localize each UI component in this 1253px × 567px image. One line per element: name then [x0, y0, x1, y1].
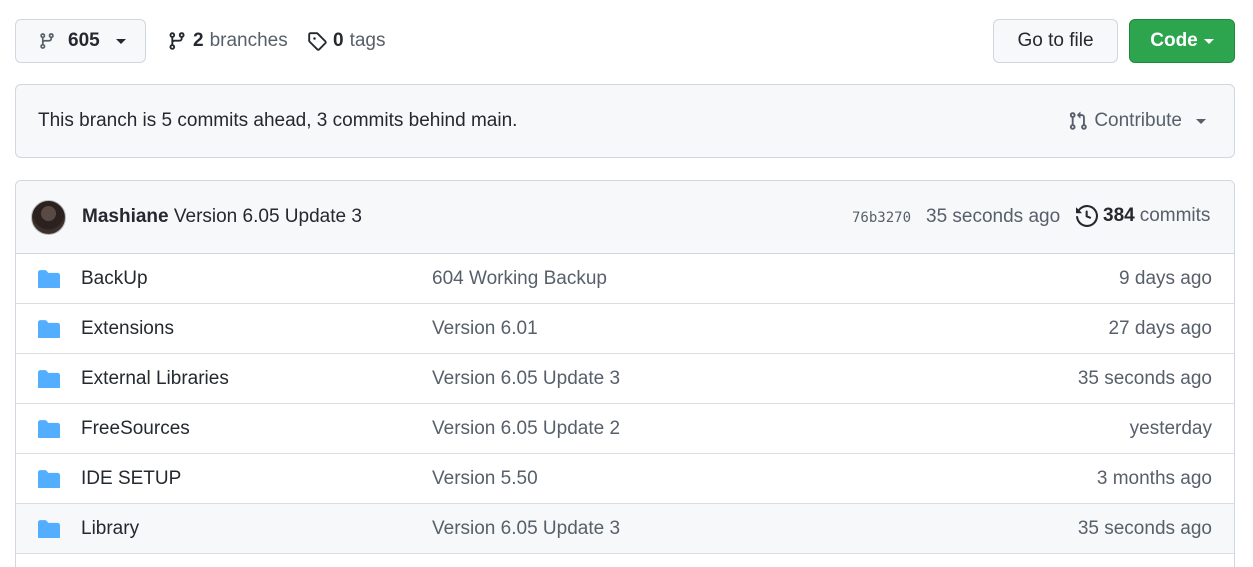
file-commit-message-link[interactable]: Version 5.50 — [432, 468, 538, 490]
file-commit-age: 27 days ago — [1108, 318, 1212, 339]
tags-count: 0 — [333, 30, 344, 51]
folder-icon — [38, 520, 60, 540]
avatar[interactable] — [31, 200, 66, 235]
file-commit-age: 3 months ago — [1096, 468, 1212, 489]
table-row[interactable]: Library Version 6.05 Update 3 35 seconds a… — [16, 504, 1234, 554]
commits-count: 384 — [1103, 205, 1135, 226]
file-commit-message-link[interactable]: Version 6.05 Update 2 — [432, 418, 620, 440]
folder-icon — [38, 420, 60, 440]
commit-time: 35 seconds ago — [926, 206, 1061, 227]
branches-label: branches — [209, 30, 288, 51]
latest-commit-message[interactable]: Mashiane Version 6.05 Update 3 — [82, 206, 362, 228]
commit-author[interactable]: Mashiane — [82, 206, 169, 227]
file-name-link[interactable]: BackUp — [81, 268, 148, 290]
file-commit-age: 35 seconds ago — [1077, 368, 1212, 389]
file-name-link[interactable]: External Libraries — [81, 368, 229, 390]
file-commit-age: 9 days ago — [1119, 268, 1212, 289]
commit-sha[interactable]: 76b3270 — [852, 210, 911, 226]
tags-label: tags — [349, 30, 386, 51]
folder-icon — [38, 320, 60, 340]
branch-name: 605 — [68, 30, 100, 51]
branches-count: 2 — [193, 30, 204, 51]
table-row[interactable]: BackUp 604 Working Backup 9 days ago — [16, 254, 1234, 304]
file-name-link[interactable]: Library — [81, 518, 139, 540]
folder-icon — [38, 370, 60, 390]
file-browser: Mashiane Version 6.05 Update 3 76b3270 3… — [15, 180, 1235, 567]
file-name-link[interactable]: IDE SETUP — [81, 468, 181, 490]
file-commit-message-link[interactable]: 604 Working Backup — [432, 268, 607, 290]
commit-message[interactable]: Version 6.05 Update 3 — [174, 206, 362, 227]
file-commit-message-link[interactable]: Version 6.01 — [432, 318, 538, 340]
git-branch-icon — [40, 33, 54, 49]
history-icon — [1076, 205, 1098, 227]
commits-history-link[interactable]: 384 commits — [1076, 205, 1210, 227]
file-commit-message-link[interactable]: Version 6.05 Update 3 — [432, 518, 620, 540]
commits-label: commits — [1139, 205, 1211, 226]
contribute-dropdown[interactable]: Contribute — [1068, 110, 1206, 132]
code-button[interactable]: Code — [1129, 19, 1235, 63]
contribute-label: Contribute — [1094, 110, 1182, 131]
go-to-file-button[interactable]: Go to file — [993, 19, 1118, 63]
branch-status-box: This branch is 5 commits ahead, 3 commit… — [15, 84, 1235, 158]
file-name-link[interactable]: FreeSources — [81, 418, 190, 440]
folder-icon — [38, 270, 60, 290]
tags-link[interactable]: 0 tags — [307, 28, 386, 54]
table-row[interactable]: FreeSources Version 6.05 Update 2 yesterda… — [16, 404, 1234, 454]
pull-request-icon — [1070, 111, 1088, 130]
file-name-link[interactable]: Extensions — [81, 318, 174, 340]
chevron-down-icon — [1196, 118, 1206, 124]
table-row[interactable]: External Libraries Version 6.05 Update 3 3… — [16, 354, 1234, 404]
table-row[interactable]: Extensions Version 6.01 27 days ago — [16, 304, 1234, 354]
file-commit-message-link[interactable]: Version 6.05 Update 3 — [432, 368, 620, 390]
branch-status-message: This branch is 5 commits ahead, 3 commit… — [38, 110, 518, 131]
folder-icon — [38, 470, 60, 490]
branch-select-button[interactable]: 605 — [15, 19, 146, 63]
table-row[interactable]: IDE SETUP Version 5.50 3 months ago — [16, 454, 1234, 504]
file-commit-age: 35 seconds ago — [1077, 518, 1212, 539]
branches-link[interactable]: 2 branches — [167, 28, 288, 54]
code-button-label: Code — [1150, 30, 1198, 51]
latest-commit-bar: Mashiane Version 6.05 Update 3 76b3270 3… — [16, 181, 1234, 254]
file-commit-age: yesterday — [1129, 418, 1212, 439]
chevron-down-icon — [1203, 38, 1214, 44]
chevron-down-icon — [115, 38, 126, 44]
git-branch-icon — [169, 32, 185, 50]
tag-icon — [308, 32, 327, 51]
